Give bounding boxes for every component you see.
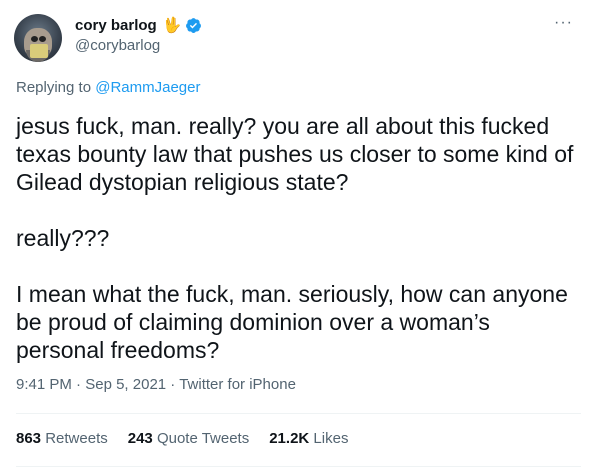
divider (16, 466, 581, 467)
tweet-date[interactable]: Sep 5, 2021 (85, 376, 166, 393)
quote-tweets-label: Quote Tweets (156, 430, 250, 447)
retweets-stat[interactable]: 863 Retweets (16, 430, 108, 447)
tweet-text: jesus fuck, man. really? you are all abo… (16, 113, 574, 363)
vulcan-salute-icon: 🖖 (162, 17, 182, 34)
tweet-source[interactable]: Twitter for iPhone (179, 376, 296, 393)
avatar[interactable] (14, 14, 62, 62)
meta-separator: · (71, 376, 86, 393)
retweets-label: Retweets (45, 430, 108, 447)
author-name[interactable]: cory barlog (75, 17, 157, 34)
tweet-meta: 9:41 PM · Sep 5, 2021 · Twitter for iPho… (16, 376, 296, 393)
quote-tweets-stat[interactable]: 243 Quote Tweets (128, 430, 249, 447)
retweets-count: 863 (16, 430, 42, 447)
divider (16, 413, 581, 414)
author-handle[interactable]: @corybarlog (75, 37, 160, 54)
quote-tweets-count: 243 (127, 430, 153, 447)
likes-stat[interactable]: 21.2K Likes (269, 430, 348, 447)
tweet-stats: 863 Retweets 243 Quote Tweets 21.2K Like… (16, 430, 348, 447)
author-name-row[interactable]: cory barlog 🖖 (75, 16, 202, 34)
replying-to: Replying to @RammJaeger (16, 79, 200, 96)
more-options-icon[interactable]: ··· (554, 14, 573, 32)
reply-mention-link[interactable]: @RammJaeger (95, 79, 200, 96)
avatar-eye-right (39, 36, 46, 42)
verified-badge-icon (186, 17, 202, 33)
likes-count: 21.2K (269, 430, 310, 447)
replying-prefix: Replying to (16, 79, 96, 96)
likes-label: Likes (313, 430, 349, 447)
avatar-eye-left (31, 36, 38, 42)
avatar-card (30, 44, 48, 58)
meta-separator: · (166, 376, 180, 393)
tweet-time[interactable]: 9:41 PM (16, 376, 72, 393)
